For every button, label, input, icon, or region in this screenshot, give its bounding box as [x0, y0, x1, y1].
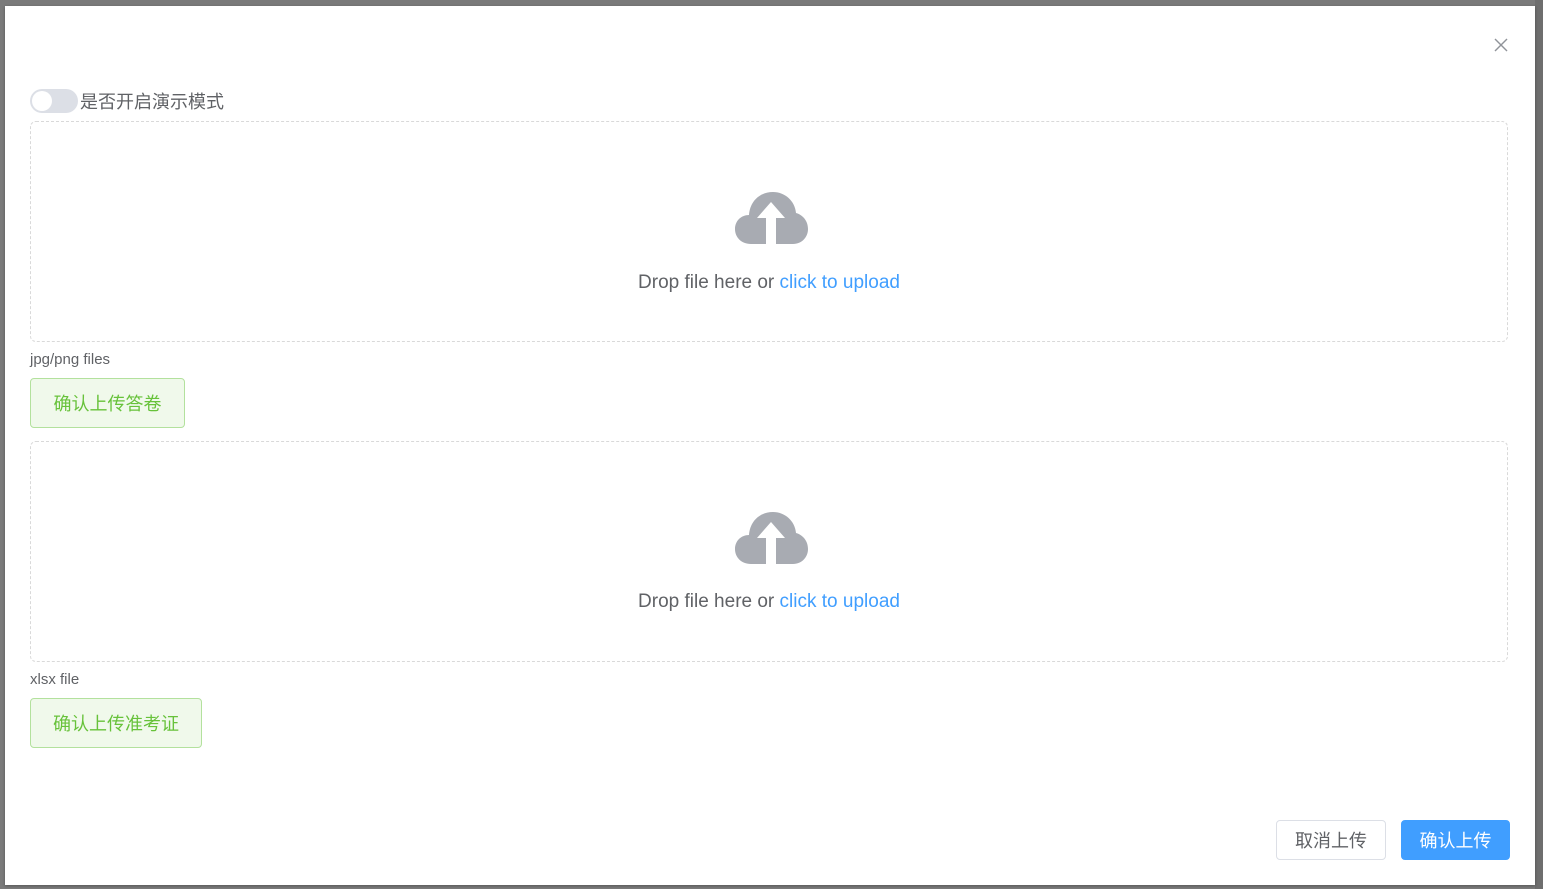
admission-ticket-upload-dropzone[interactable]: Drop file here or click to upload [30, 441, 1508, 662]
click-to-upload-link[interactable]: click to upload [780, 591, 900, 612]
upload-hint: Drop file here or click to upload [31, 272, 1507, 294]
upload-cloud-icon [733, 188, 809, 246]
drop-text: Drop file here or [638, 272, 780, 293]
confirm-upload-button[interactable]: 确认上传 [1401, 820, 1510, 860]
click-to-upload-link[interactable]: click to upload [780, 272, 900, 293]
drop-text: Drop file here or [638, 591, 780, 612]
demo-mode-row: 是否开启演示模式 [30, 88, 224, 114]
backdrop [1535, 0, 1543, 889]
upload-tip: jpg/png files [30, 351, 111, 368]
demo-mode-switch[interactable] [30, 89, 78, 113]
upload-hint: Drop file here or click to upload [31, 591, 1507, 613]
close-icon[interactable] [1492, 36, 1510, 54]
upload-tip: xlsx file [30, 671, 80, 688]
switch-knob [32, 91, 52, 111]
upload-dialog: 是否开启演示模式 Drop file here or click to uplo… [5, 6, 1535, 885]
answer-sheet-upload-dropzone[interactable]: Drop file here or click to upload [30, 121, 1508, 342]
confirm-upload-admission-ticket-button[interactable]: 确认上传准考证 [30, 698, 202, 748]
confirm-upload-answers-button[interactable]: 确认上传答卷 [30, 378, 185, 428]
cancel-upload-button[interactable]: 取消上传 [1276, 820, 1386, 860]
upload-cloud-icon [733, 508, 809, 566]
demo-mode-label: 是否开启演示模式 [80, 92, 224, 113]
